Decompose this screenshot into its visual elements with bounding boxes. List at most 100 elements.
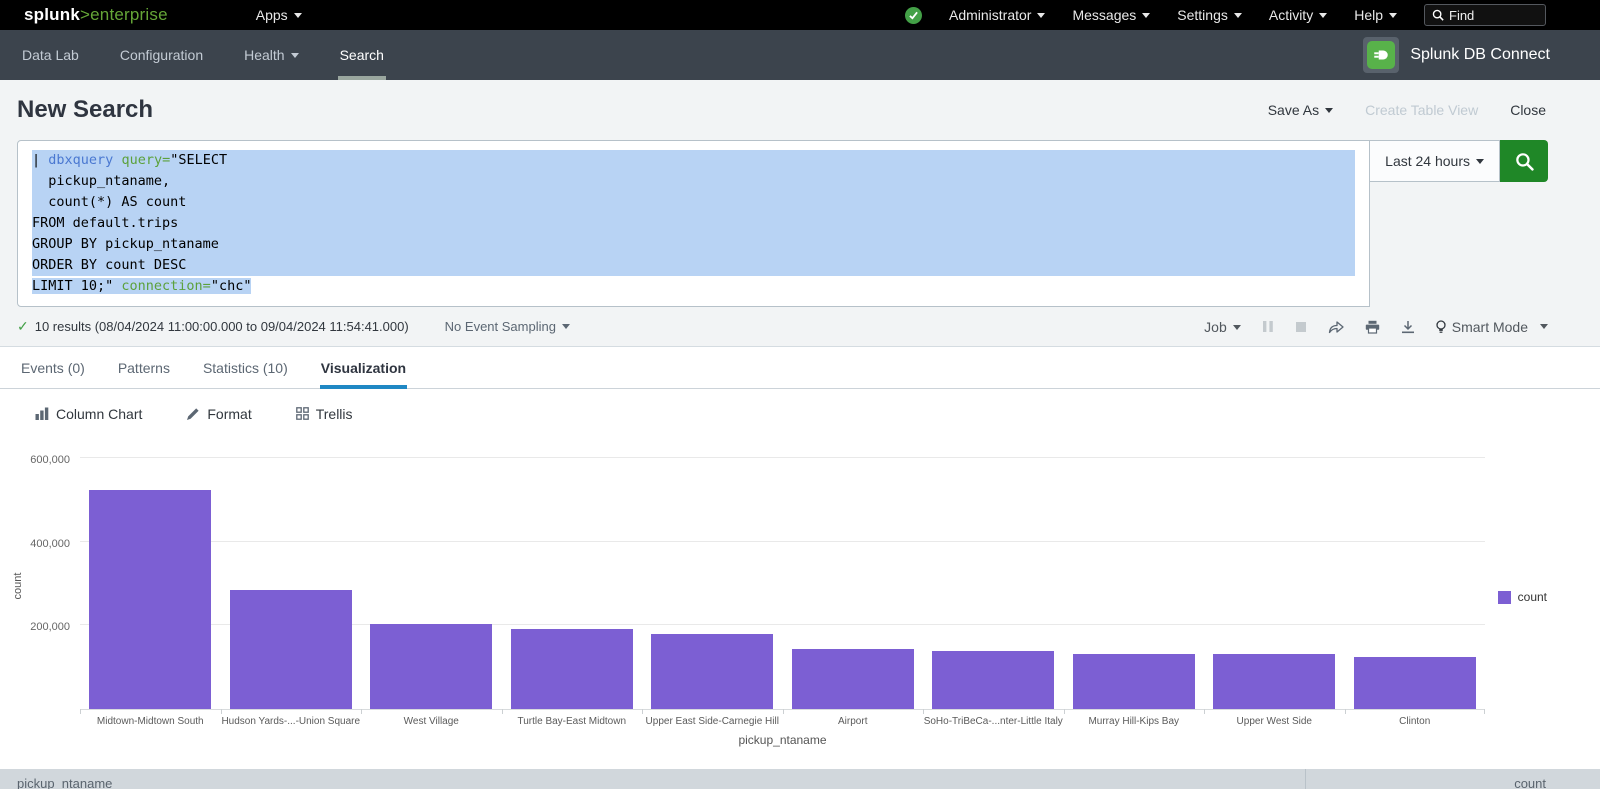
close-button[interactable]: Close	[1510, 102, 1546, 118]
x-category-label: Clinton	[1328, 716, 1502, 727]
results-bar: ✓ 10 results (08/04/2024 11:00:00.000 to…	[0, 307, 1600, 347]
logo-product: enterprise	[90, 5, 168, 24]
bar-murray-hill-kips-bay[interactable]	[1073, 654, 1195, 709]
column-header-pickup-ntaname[interactable]: pickup_ntaname	[0, 769, 1306, 789]
statistics-table-header: pickup_ntaname count	[0, 769, 1600, 789]
y-tick-label: 400,000	[0, 538, 70, 550]
print-icon[interactable]	[1365, 320, 1380, 334]
search-icon	[1515, 152, 1534, 171]
format-button[interactable]: Format	[186, 406, 251, 422]
query-line: pickup_ntaname,	[32, 171, 1355, 192]
column-chart: count Midtown-Midtown SouthHudson Yards-…	[0, 438, 1600, 755]
visualization-toolbar: Column Chart Format Trellis	[0, 389, 1600, 438]
job-menu[interactable]: Job	[1204, 319, 1241, 335]
tab-statistics[interactable]: Statistics (10)	[202, 347, 289, 388]
activity-menu-label: Activity	[1269, 7, 1313, 23]
time-range-label: Last 24 hours	[1385, 153, 1470, 169]
chart-plot: Midtown-Midtown SouthHudson Yards-...-Un…	[80, 444, 1485, 710]
query-line: count(*) AS count	[32, 192, 1355, 213]
activity-menu[interactable]: Activity	[1269, 7, 1327, 23]
find-search-box[interactable]	[1424, 4, 1546, 26]
bar-slot: Hudson Yards-...-Union Square	[221, 444, 362, 709]
logo-separator: >	[80, 5, 90, 24]
bar-airport[interactable]	[792, 649, 914, 709]
query-line: | dbxquery query="SELECT	[32, 150, 1355, 171]
bar-slot: Upper West Side	[1204, 444, 1345, 709]
event-sampling-menu[interactable]: No Event Sampling	[445, 319, 570, 334]
results-check-icon: ✓	[17, 318, 29, 335]
bar-hudson-yards-union-square[interactable]	[230, 590, 352, 709]
nav-configuration[interactable]: Configuration	[118, 30, 205, 80]
bar-upper-east-side-carnegie-hill[interactable]	[651, 634, 773, 709]
nav-search-label: Search	[340, 47, 384, 63]
logo-brand: splunk	[24, 5, 80, 24]
search-mode-label: Smart Mode	[1452, 319, 1528, 335]
plug-icon	[1372, 46, 1390, 64]
bar-midtown-midtown-south[interactable]	[89, 490, 211, 709]
share-icon[interactable]	[1328, 320, 1344, 334]
bar-west-village[interactable]	[370, 624, 492, 709]
administrator-menu[interactable]: Administrator	[949, 7, 1045, 23]
health-status-icon[interactable]	[905, 7, 922, 24]
event-sampling-label: No Event Sampling	[445, 319, 556, 334]
stop-icon[interactable]	[1295, 321, 1307, 333]
page-title: New Search	[17, 96, 153, 124]
bar-clinton[interactable]	[1354, 657, 1476, 709]
query-line: GROUP BY pickup_ntaname	[32, 234, 1355, 255]
query-editor[interactable]: | dbxquery query="SELECT pickup_ntaname,…	[17, 140, 1370, 307]
caret-down-icon	[1540, 324, 1548, 329]
settings-menu-label: Settings	[1177, 7, 1228, 23]
bar-slot: Murray Hill-Kips Bay	[1064, 444, 1205, 709]
tab-patterns[interactable]: Patterns	[117, 347, 171, 388]
search-icon	[1432, 9, 1444, 21]
nav-configuration-label: Configuration	[120, 47, 203, 63]
y-tick-label: 200,000	[0, 621, 70, 633]
bar-slot: West Village	[361, 444, 502, 709]
job-menu-label: Job	[1204, 319, 1227, 335]
tab-events[interactable]: Events (0)	[20, 347, 86, 388]
search-submit-button[interactable]	[1500, 140, 1548, 182]
bar-slot: Midtown-Midtown South	[80, 444, 221, 709]
app-navbar: Data Lab Configuration Health Search Spl…	[0, 30, 1600, 80]
search-mode-menu[interactable]: Smart Mode	[1436, 319, 1548, 335]
bar-upper-west-side[interactable]	[1213, 654, 1335, 709]
messages-menu[interactable]: Messages	[1072, 7, 1150, 23]
trellis-button[interactable]: Trellis	[296, 406, 353, 422]
settings-menu[interactable]: Settings	[1177, 7, 1242, 23]
caret-down-icon	[1476, 159, 1484, 164]
pause-icon[interactable]	[1262, 320, 1274, 333]
nav-health[interactable]: Health	[242, 30, 300, 80]
check-icon	[909, 11, 918, 20]
find-input[interactable]	[1449, 8, 1534, 23]
results-status: 10 results (08/04/2024 11:00:00.000 to 0…	[35, 319, 409, 334]
bar-slot: Upper East Side-Carnegie Hill	[642, 444, 783, 709]
nav-search[interactable]: Search	[338, 30, 386, 80]
apps-menu-label: Apps	[256, 7, 288, 23]
caret-down-icon	[1319, 13, 1327, 18]
apps-menu[interactable]: Apps	[256, 7, 302, 23]
db-connect-icon-frame	[1363, 37, 1399, 73]
lightbulb-icon	[1436, 320, 1446, 334]
app-identity[interactable]: Splunk DB Connect	[1363, 30, 1550, 80]
create-table-view-button: Create Table View	[1365, 102, 1478, 118]
messages-menu-label: Messages	[1072, 7, 1136, 23]
tab-visualization[interactable]: Visualization	[320, 347, 407, 388]
splunk-logo[interactable]: splunk>enterprise	[24, 5, 168, 25]
nav-data-lab-label: Data Lab	[22, 47, 79, 63]
time-range-picker[interactable]: Last 24 hours	[1370, 140, 1500, 182]
search-section: New Search Save As Create Table View Clo…	[0, 80, 1600, 347]
download-icon[interactable]	[1401, 320, 1415, 334]
chart-type-button[interactable]: Column Chart	[35, 406, 142, 422]
caret-down-icon	[1389, 13, 1397, 18]
query-line: ORDER BY count DESC	[32, 255, 1355, 276]
pencil-icon	[186, 407, 200, 421]
help-menu[interactable]: Help	[1354, 7, 1397, 23]
chart-legend[interactable]: count	[1498, 590, 1547, 604]
nav-data-lab[interactable]: Data Lab	[20, 30, 81, 80]
db-connect-plug-icon	[1367, 41, 1395, 69]
top-navbar: splunk>enterprise Apps Administrator Mes…	[0, 0, 1600, 30]
save-as-button[interactable]: Save As	[1268, 102, 1333, 118]
bar-soho-tribeca-nter-little-italy[interactable]	[932, 651, 1054, 709]
bar-turtle-bay-east-midtown[interactable]	[511, 629, 633, 709]
column-header-count[interactable]: count	[1306, 769, 1600, 789]
